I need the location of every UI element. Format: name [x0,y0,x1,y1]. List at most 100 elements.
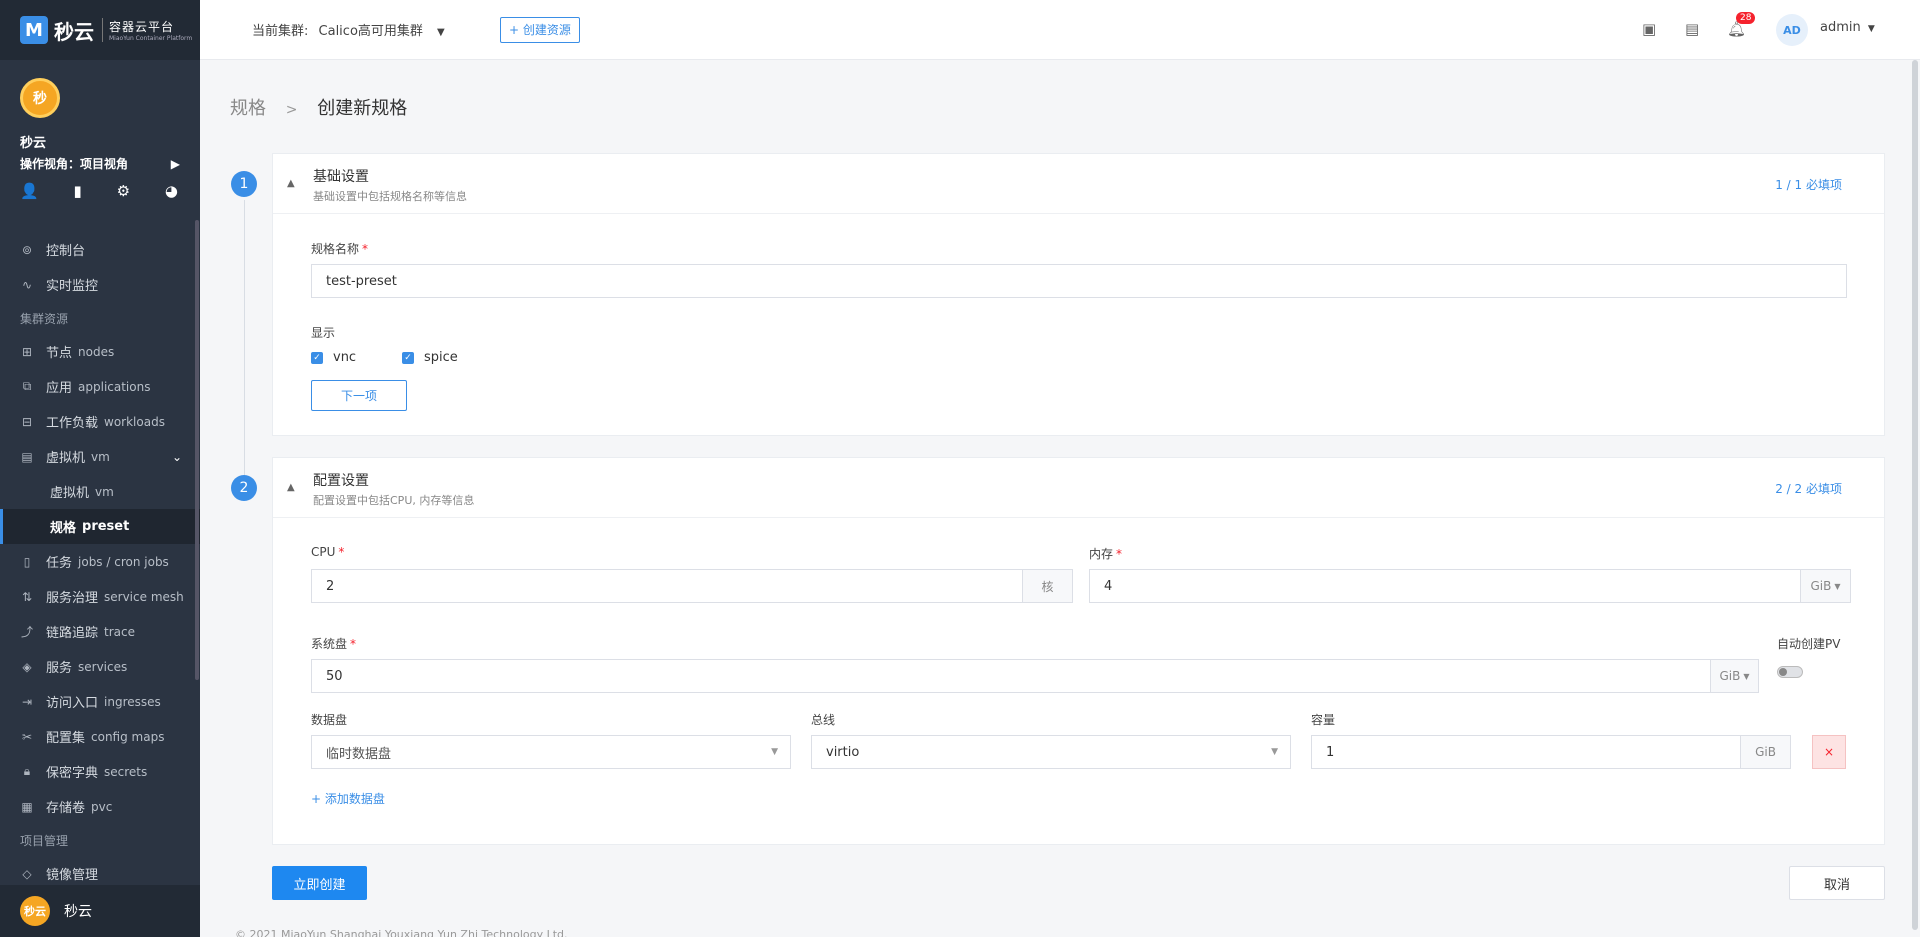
caret-down-icon: ▼ [437,27,445,38]
memory-unit: GiB [1810,579,1832,593]
data-disk-select[interactable]: 临时数据盘 ▼ [311,735,791,769]
memory-label: 内存 * [1089,545,1122,562]
sidebar-item-label-en: service mesh [104,589,184,604]
footer-user-name: 秒云 [64,904,92,920]
main-scrollbar[interactable] [1912,60,1918,930]
basic-settings-card: ▲ 基础设置 基础设置中包括规格名称等信息 1 / 1 必填项 规格名称 * te… [272,153,1885,436]
cpu-label-text: CPU [311,545,336,559]
sidebar-item-label: 镜像管理 [46,868,99,883]
sidebar-item-workloads[interactable]: ⊟ 工作负载 workloads [0,404,200,439]
gear-icon[interactable]: ⚙ [117,182,130,200]
sidebar-item-label: 控制台 [46,244,86,259]
system-disk-input[interactable]: 50 [311,659,1711,693]
capacity-unit: GiB [1740,735,1791,769]
project-panel: 秒 秒云 操作视角：项目视角 ▶ 👤 ▮ ⚙ ◕ [0,60,200,260]
basic-settings-title: 基础设置 [313,169,369,185]
sidebar-item-vm-sub[interactable]: 虚拟机 vm [0,474,200,509]
breadcrumb-parent[interactable]: 规格 [230,98,266,119]
checkbox-checked-icon: ✓ [311,351,323,364]
caret-down-icon: ▼ [1271,747,1278,757]
create-now-button[interactable]: 立即创建 [272,866,367,900]
sidebar-section-cluster: 集群资源 [20,311,69,326]
delete-disk-button[interactable]: × [1812,735,1846,769]
sidebar-item-label: 访问入口 [46,696,99,711]
system-disk-unit-select[interactable]: GiB ▼ [1710,659,1759,693]
terminal-icon[interactable]: ▣ [1642,20,1656,38]
step-2-indicator: 2 [231,475,257,501]
cancel-button[interactable]: 取消 [1789,866,1885,900]
memory-input[interactable]: 4 [1089,569,1801,603]
logo-subtitle-group: 容器云平台 MiaoYun Container Platform [102,18,192,42]
bar-chart-icon[interactable]: ▮ [74,182,82,200]
pie-chart-icon[interactable]: ◕ [165,182,178,200]
sidebar-scrollbar[interactable] [195,220,199,680]
sidebar-item-label-en: trace [104,624,135,639]
logo[interactable]: M 秒云 容器云平台 MiaoYun Container Platform [0,0,200,60]
footer-avatar: 秒云 [20,896,50,926]
sidebar-item-label-en: workloads [104,414,165,429]
sidebar-item-mesh[interactable]: ⇅ 服务治理 service mesh [0,579,200,614]
chevron-down-icon[interactable]: ⌄ [172,450,182,464]
project-avatar[interactable]: 秒 [20,78,60,118]
sidebar-item-label-en: pvc [91,799,113,814]
add-data-disk-link[interactable]: + 添加数据盘 [311,790,385,807]
basic-settings-header[interactable]: ▲ 基础设置 基础设置中包括规格名称等信息 1 / 1 必填项 [273,154,1884,214]
sidebar-item-label: 虚拟机 [46,451,86,466]
sidebar-item-jobs[interactable]: ▯ 任务 jobs / cron jobs [0,544,200,579]
sidebar-item-label: 服务治理 [46,591,99,606]
sidebar-item-vm[interactable]: ▤ 虚拟机 vm ⌄ [0,439,200,474]
config-settings-header[interactable]: ▲ 配置设置 配置设置中包括CPU, 内存等信息 2 / 2 必填项 [273,458,1884,518]
clipboard-icon[interactable]: ▤ [1685,20,1699,38]
sidebar-item-label: 任务 [46,556,73,571]
steps-connector [244,200,245,482]
sidebar-item-services[interactable]: ◈ 服务 services [0,649,200,684]
sidebar-item-trace[interactable]: ⤴ 链路追踪 trace [0,614,200,649]
collapse-icon[interactable]: ▲ [287,178,295,189]
sidebar-item-ingresses[interactable]: ⇥ 访问入口 ingresses [0,684,200,719]
server-icon: ▤ [21,449,33,464]
spice-checkbox[interactable]: ✓ spice [402,350,458,365]
preset-name-input[interactable]: test-preset [311,264,1847,298]
logo-icon: M [20,16,48,44]
sidebar-item-secrets[interactable]: 🔒︎ 保密字典 secrets [0,754,200,789]
next-step-button[interactable]: 下一项 [311,380,407,411]
bus-select[interactable]: virtio ▼ [811,735,1291,769]
sidebar-item-label: 配置集 [46,731,86,746]
cpu-input[interactable]: 2 [311,569,1023,603]
sidebar-item-configmaps[interactable]: ✂ 配置集 config maps [0,719,200,754]
sidebar-item-label-en: vm [95,484,114,499]
login-icon: ⇥ [21,694,33,709]
sidebar-item-nodes[interactable]: ⊞ 节点 nodes [0,334,200,369]
auto-pv-toggle[interactable] [1777,666,1803,678]
cluster-selector[interactable]: 当前集群: Calico高可用集群 ▼ [252,20,445,39]
sidebar-item-monitor[interactable]: ∿ 实时监控 [0,267,200,302]
sidebar-item-label-en: ingresses [104,694,161,709]
memory-label-text: 内存 [1089,547,1114,561]
user-menu[interactable]: admin ▼ [1820,20,1875,35]
data-disk-label: 数据盘 [311,713,348,727]
sidebar-footer[interactable]: 秒云 秒云 [0,885,200,937]
avatar[interactable]: AD [1776,14,1808,46]
project-view-row[interactable]: 操作视角：项目视角 ▶ [20,155,180,172]
collapse-icon[interactable]: ▲ [287,482,295,493]
sidebar-item-pvc[interactable]: ▦ 存储卷 pvc [0,789,200,824]
basic-settings-required-count: 1 / 1 必填项 [1775,178,1842,192]
create-resource-button[interactable]: + 创建资源 [500,17,580,43]
user-icon[interactable]: 👤 [20,182,39,200]
inbox-icon: ⊟ [21,414,33,429]
capacity-input[interactable]: 1 [1311,735,1741,769]
vnc-checkbox[interactable]: ✓ vnc [311,350,356,365]
memory-unit-select[interactable]: GiB ▼ [1800,569,1851,603]
config-settings-card: ▲ 配置设置 配置设置中包括CPU, 内存等信息 2 / 2 必填项 CPU * … [272,457,1885,845]
document-icon: ▯ [23,554,31,569]
sidebar-item-preset[interactable]: 规格 preset [0,509,200,544]
sidebar-item-console[interactable]: ⊚ 控制台 [0,232,200,267]
play-icon[interactable]: ▶ [171,157,180,171]
cluster-label: 当前集群: [252,24,309,39]
caret-down-icon: ▼ [1834,581,1841,591]
sidebar-item-label-en: preset [82,519,130,534]
sidebar-item-label: 节点 [46,346,73,361]
cpu-label: CPU * [311,545,344,559]
close-icon: × [1823,745,1835,759]
sidebar-item-applications[interactable]: ⧉ 应用 applications [0,369,200,404]
